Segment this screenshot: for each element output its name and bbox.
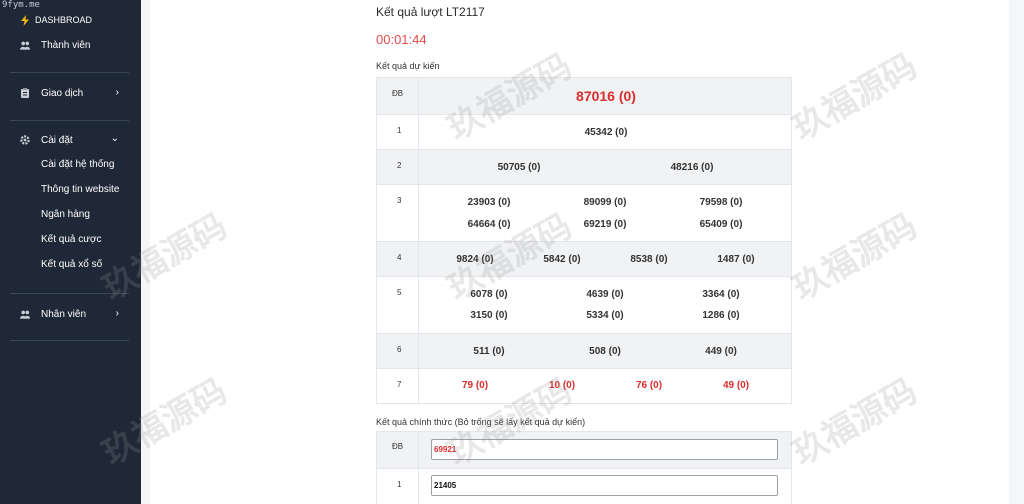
sidebar-item-members[interactable]: Thành viên bbox=[0, 33, 141, 57]
prize-value: 1286 (0) bbox=[702, 310, 740, 321]
prize-value: 76 (0) bbox=[635, 380, 663, 391]
sidebar-item-transactions[interactable]: Giao dịch › bbox=[0, 81, 141, 105]
sidebar-item-label: Thành viên bbox=[41, 39, 91, 51]
special-prize-input[interactable]: 69921 bbox=[431, 439, 778, 460]
prize-label: 4 bbox=[397, 253, 402, 262]
prize-value: 69219 (0) bbox=[583, 219, 627, 230]
sidebar-item-dashboard[interactable]: DASHBROAD bbox=[0, 8, 141, 32]
prize-value: 79 (0) bbox=[461, 380, 489, 391]
sidebar-subitem-lottery-results[interactable]: Kết quả xổ số bbox=[41, 259, 102, 270]
sidebar-subitem-bet-results[interactable]: Kết quả cược bbox=[41, 234, 102, 245]
prize-value: 4639 (0) bbox=[586, 289, 624, 300]
sidebar-divider bbox=[10, 120, 129, 121]
prize-value: 79598 (0) bbox=[699, 197, 743, 208]
prize-value: 508 (0) bbox=[589, 346, 621, 357]
first-prize-input[interactable]: 21405 bbox=[431, 475, 778, 496]
sidebar-subitem-website-info[interactable]: Thông tin website bbox=[41, 184, 119, 195]
prize-value: 87016 (0) bbox=[576, 88, 636, 104]
prize-label: 2 bbox=[397, 161, 402, 170]
prize-value: 6078 (0) bbox=[470, 289, 508, 300]
prize-label: 3 bbox=[397, 196, 402, 205]
table-row: 6 511 (0) 508 (0) 449 (0) bbox=[377, 333, 791, 368]
chevron-right-icon: › bbox=[115, 87, 119, 98]
sidebar: 9fym.me DASHBROAD Thành viên Giao dịch › bbox=[0, 0, 141, 504]
sidebar-subitem-banks[interactable]: Ngân hàng bbox=[41, 209, 90, 220]
prize-label: 6 bbox=[397, 345, 402, 354]
table-row: 3 23903 (0) 89099 (0) 79598 (0) 64664 (0… bbox=[377, 184, 791, 241]
page: 9fym.me DASHBROAD Thành viên Giao dịch › bbox=[0, 0, 1024, 504]
prize-value: 23903 (0) bbox=[467, 197, 511, 208]
prize-value: 1487 (0) bbox=[717, 254, 755, 265]
sidebar-subitem-system-settings[interactable]: Cài đặt hệ thống bbox=[41, 159, 114, 170]
sidebar-item-settings[interactable]: Cài đặt ⌄ bbox=[0, 128, 141, 152]
official-results-title: Kết quả chính thức (Bỏ trống sẽ lấy kết … bbox=[376, 417, 586, 427]
sidebar-item-staff[interactable]: Nhân viên › bbox=[0, 302, 141, 326]
prize-value: 5334 (0) bbox=[586, 310, 624, 321]
prize-value: 5842 (0) bbox=[543, 254, 581, 265]
chevron-down-icon: ⌄ bbox=[110, 133, 119, 144]
round-title: Kết quả lượt LT2117 bbox=[376, 5, 485, 19]
prize-value: 48216 (0) bbox=[670, 162, 714, 173]
prize-value: 449 (0) bbox=[705, 346, 737, 357]
countdown-timer: 00:01:44 bbox=[376, 32, 427, 47]
prize-value: 3364 (0) bbox=[702, 289, 740, 300]
table-row: 2 50705 (0) 48216 (0) bbox=[377, 149, 791, 184]
prize-value: 50705 (0) bbox=[497, 162, 541, 173]
sidebar-item-label: DASHBROAD bbox=[35, 15, 93, 25]
prize-label: ĐB bbox=[392, 89, 404, 98]
prize-value: 9824 (0) bbox=[456, 254, 494, 265]
chevron-right-icon: › bbox=[115, 308, 119, 319]
clipboard-icon bbox=[20, 88, 30, 98]
prize-label: 1 bbox=[397, 480, 402, 489]
users-icon bbox=[20, 40, 30, 50]
prize-value: 49 (0) bbox=[722, 380, 750, 391]
table-row: 4 9824 (0) 5842 (0) 8538 (0) 1487 (0) bbox=[377, 241, 791, 276]
predicted-results-title: Kết quả dự kiến bbox=[376, 61, 440, 71]
prize-label: ĐB bbox=[392, 442, 404, 451]
predicted-results-table: ĐB 87016 (0) 1 45342 (0) 2 50705 (0) 482… bbox=[376, 77, 792, 404]
prize-value: 89099 (0) bbox=[583, 197, 627, 208]
prize-label: 7 bbox=[397, 380, 402, 389]
sidebar-item-label: Cài đặt bbox=[41, 134, 73, 146]
prize-value: 511 (0) bbox=[473, 346, 505, 357]
gear-icon bbox=[20, 135, 30, 145]
prize-value: 10 (0) bbox=[548, 380, 576, 391]
sidebar-item-label: Nhân viên bbox=[41, 308, 87, 320]
bolt-icon bbox=[20, 14, 30, 26]
users-icon bbox=[20, 309, 30, 319]
table-row: 7 79 (0) 10 (0) 76 (0) 49 (0) bbox=[377, 368, 791, 403]
prize-value: 45342 (0) bbox=[584, 127, 628, 138]
sidebar-divider bbox=[10, 72, 129, 73]
prize-value: 3150 (0) bbox=[470, 310, 508, 321]
table-row: 5 6078 (0) 4639 (0) 3364 (0) 3150 (0) 53… bbox=[377, 276, 791, 333]
table-row: 1 45342 (0) bbox=[377, 114, 791, 149]
prize-value: 64664 (0) bbox=[467, 219, 511, 230]
sidebar-item-label: Giao dịch bbox=[41, 87, 84, 99]
prize-label: 1 bbox=[397, 126, 402, 135]
sidebar-divider bbox=[10, 340, 129, 341]
prize-value: 8538 (0) bbox=[630, 254, 668, 265]
prize-label: 5 bbox=[397, 288, 402, 297]
table-row: ĐB 87016 (0) bbox=[377, 78, 791, 114]
prize-value: 65409 (0) bbox=[699, 219, 743, 230]
sidebar-divider bbox=[10, 293, 129, 294]
